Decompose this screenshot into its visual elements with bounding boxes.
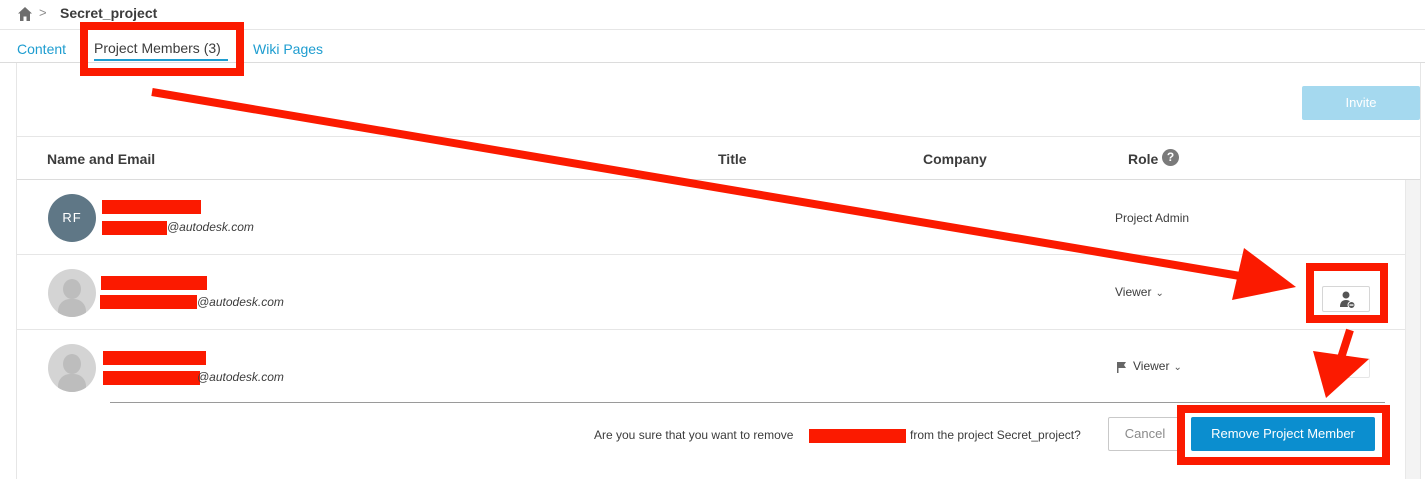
- annotation-arrow-line: [1337, 328, 1354, 360]
- annotation-arrow-head: [1313, 351, 1369, 398]
- annotation-arrows: [151, 88, 1369, 398]
- annotation-arrow-head: [1232, 248, 1296, 300]
- annotation-arrow-line: [151, 88, 1241, 280]
